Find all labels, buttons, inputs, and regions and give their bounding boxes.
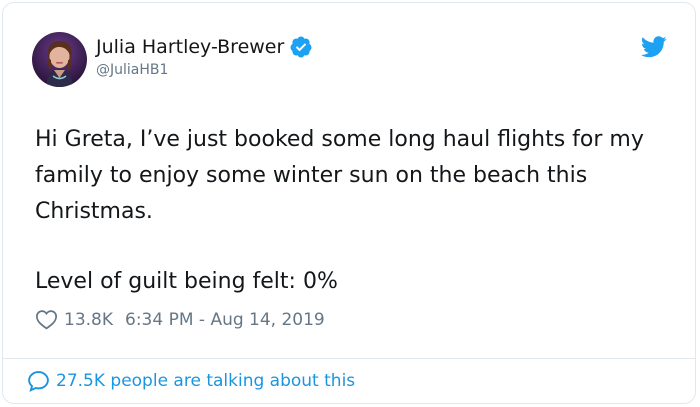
twitter-bird-icon[interactable] — [641, 36, 667, 58]
tweet-paragraph: Level of guilt being felt: 0% — [35, 269, 338, 294]
heart-icon[interactable] — [35, 309, 58, 330]
name-row: Julia Hartley-Brewer — [96, 35, 313, 59]
tweet-paragraph: Hi Greta, I’ve just booked some long hau… — [35, 127, 644, 224]
tweet-header: Julia Hartley-Brewer @JuliaHB1 — [32, 32, 313, 87]
avatar[interactable] — [32, 32, 87, 87]
tweet-meta: 13.8K 6:34 PM - Aug 14, 2019 — [35, 309, 325, 330]
like-count[interactable]: 13.8K — [64, 310, 113, 330]
user-names: Julia Hartley-Brewer @JuliaHB1 — [96, 35, 313, 80]
tweet-text: Hi Greta, I’ve just booked some long hau… — [35, 122, 675, 300]
divider — [3, 358, 695, 359]
speech-bubble-icon — [28, 371, 49, 392]
tweet-timestamp[interactable]: 6:34 PM - Aug 14, 2019 — [125, 310, 325, 330]
verified-badge-icon — [290, 36, 312, 58]
talking-link[interactable]: 27.5K people are talking about this — [27, 370, 355, 392]
user-handle[interactable]: @JuliaHB1 — [96, 60, 313, 80]
display-name[interactable]: Julia Hartley-Brewer — [96, 35, 284, 59]
talking-text[interactable]: 27.5K people are talking about this — [56, 371, 355, 391]
tweet-card: Julia Hartley-Brewer @JuliaHB1 Hi Greta,… — [2, 2, 696, 404]
